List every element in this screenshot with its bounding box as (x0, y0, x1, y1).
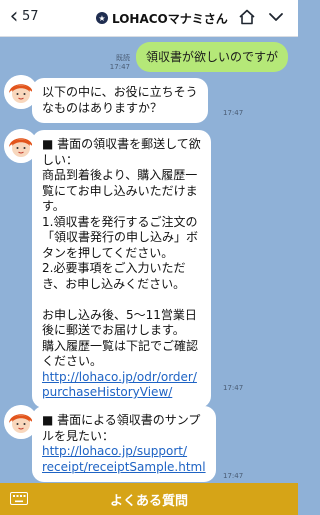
home-icon[interactable] (238, 8, 256, 26)
message-text: ■ 書面による領収書のサンプ ルを見たい： (42, 413, 201, 443)
message-text: 以下の中に、お役に立ちそう なものはありますか？ (42, 85, 198, 115)
purchase-history-link[interactable]: http://lohaco.jp/odr/order/ (42, 370, 201, 386)
sent-bubble[interactable]: 領収書が欲しいのですが (135, 42, 288, 72)
purchase-history-link-cont[interactable]: purchaseHistoryView/ (42, 385, 201, 401)
sent-meta: 既読 17:47 (110, 54, 130, 72)
chat-header: ‹ 57 ★ LOHACOマナミさん (0, 0, 298, 37)
faq-label: よくある質問 (109, 493, 188, 509)
message-time: 17:47 (223, 109, 244, 117)
sent-message: 既読 17:47 領収書が欲しいのですが (110, 42, 288, 72)
chevron-down-icon[interactable] (268, 10, 284, 24)
verified-badge-icon: ★ (96, 12, 108, 24)
unread-count[interactable]: 57 (22, 9, 39, 24)
message-bubble-1[interactable]: 以下の中に、お役に立ちそう なものはありますか？ (32, 78, 208, 123)
receipt-sample-link-cont[interactable]: receipt/receiptSample.html (42, 460, 206, 476)
message-time: 17:47 (223, 472, 244, 480)
chat-area[interactable]: 既読 17:47 領収書が欲しいのですが 以下の中に、お役に立ちそう なものはあ… (0, 37, 298, 483)
message-bubble-3[interactable]: ■ 書面による領収書のサンプ ルを見たい： http://lohaco.jp/s… (32, 406, 216, 482)
message-bubble-2[interactable]: ■ 書面の領収書を郵送して欲 しい： 商品到着後より、購入履歴一 覧にてお申し込… (32, 130, 211, 408)
read-receipt: 既読 (115, 54, 130, 62)
chat-title: LOHACOマナミさん (112, 11, 228, 26)
message-time: 17:47 (223, 384, 244, 392)
faq-bar[interactable]: よくある質問 (0, 483, 298, 515)
receipt-sample-link[interactable]: http://lohaco.jp/support/ (42, 444, 206, 460)
chat-title-area: ★ LOHACOマナミさん (96, 9, 228, 27)
keyboard-icon[interactable] (10, 492, 28, 505)
message-text: ■ 書面の領収書を郵送して欲 しい： 商品到着後より、購入履歴一 覧にてお申し込… (42, 137, 201, 368)
sent-time: 17:47 (109, 63, 130, 71)
